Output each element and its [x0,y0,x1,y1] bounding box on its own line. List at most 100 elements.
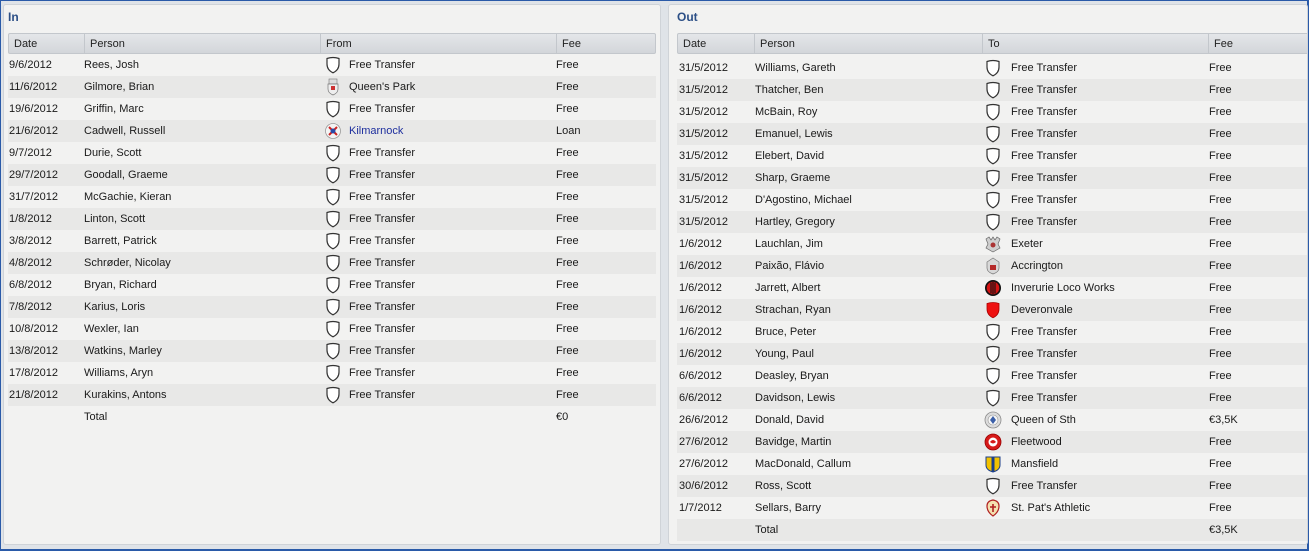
person-name[interactable]: Karius, Loris [84,296,145,318]
club-name[interactable]: Free Transfer [349,296,415,318]
club-name[interactable]: Free Transfer [1011,123,1077,145]
club-name[interactable]: Accrington [1011,255,1063,277]
table-row[interactable]: 17/8/2012 Williams, Aryn Free Transfer Free [8,362,656,384]
club-name[interactable]: Free Transfer [349,186,415,208]
table-row[interactable]: 1/6/2012 Bruce, Peter Free Transfer Free [677,321,1307,343]
table-row[interactable]: 19/6/2012 Griffin, Marc Free Transfer Free [8,98,656,120]
table-row[interactable]: 31/5/2012 D'Agostino, Michael Free Transfe… [677,189,1307,211]
person-name[interactable]: Wexler, Ian [84,318,139,340]
person-name[interactable]: Davidson, Lewis [755,387,835,409]
club-name[interactable]: Free Transfer [1011,343,1077,365]
club-name[interactable]: Free Transfer [349,208,415,230]
column-header-fee[interactable]: Fee [556,34,657,53]
club-name[interactable]: Free Transfer [1011,321,1077,343]
column-header-to[interactable]: To [982,34,1208,53]
club-name[interactable]: Deveronvale [1011,299,1073,321]
table-row[interactable]: 31/5/2012 Hartley, Gregory Free Transfer Fr… [677,211,1307,233]
table-row[interactable]: 6/8/2012 Bryan, Richard Free Transfer Free [8,274,656,296]
table-row[interactable]: 1/6/2012 Jarrett, Albert Inverurie Loco Wo… [677,277,1307,299]
club-name[interactable]: Free Transfer [1011,57,1077,79]
table-row[interactable]: 27/6/2012 MacDonald, Callum Mansfield Free [677,453,1307,475]
table-row[interactable]: 4/8/2012 Schrøder, Nicolay Free Transfer Fr… [8,252,656,274]
table-row[interactable]: 21/6/2012 Cadwell, Russell Kilmarnock Loan [8,120,656,142]
column-header-from[interactable]: From [320,34,556,53]
table-row[interactable]: 31/5/2012 Thatcher, Ben Free Transfer Free [677,79,1307,101]
person-name[interactable]: Young, Paul [755,343,814,365]
person-name[interactable]: Cadwell, Russell [84,120,165,142]
table-row[interactable]: 1/8/2012 Linton, Scott Free Transfer Free [8,208,656,230]
person-name[interactable]: Sharp, Graeme [755,167,830,189]
club-name[interactable]: Queen of Sth [1011,409,1076,431]
person-name[interactable]: D'Agostino, Michael [755,189,852,211]
person-name[interactable]: Deasley, Bryan [755,365,829,387]
club-name[interactable]: Free Transfer [349,318,415,340]
column-header-person[interactable]: Person [754,34,982,53]
person-name[interactable]: Williams, Gareth [755,57,836,79]
person-name[interactable]: MacDonald, Callum [755,453,851,475]
club-name[interactable]: Free Transfer [1011,475,1077,497]
person-name[interactable]: Bavidge, Martin [755,431,831,453]
club-name[interactable]: Free Transfer [349,252,415,274]
person-name[interactable]: Barrett, Patrick [84,230,157,252]
table-row[interactable]: 9/6/2012 Rees, Josh Free Transfer Free [8,54,656,76]
club-name[interactable]: Free Transfer [349,142,415,164]
person-name[interactable]: Linton, Scott [84,208,145,230]
table-row[interactable]: 1/6/2012 Paixão, Flávio Accrington Free [677,255,1307,277]
club-name[interactable]: Free Transfer [1011,387,1077,409]
table-row[interactable]: 31/7/2012 McGachie, Kieran Free Transfer Fr… [8,186,656,208]
person-name[interactable]: Kurakins, Antons [84,384,167,406]
club-name[interactable]: Free Transfer [1011,167,1077,189]
club-name[interactable]: Free Transfer [349,362,415,384]
person-name[interactable]: Gilmore, Brian [84,76,154,98]
club-name[interactable]: Free Transfer [1011,211,1077,233]
table-row[interactable]: 31/5/2012 Elebert, David Free Transfer Free [677,145,1307,167]
person-name[interactable]: Sellars, Barry [755,497,821,519]
table-row[interactable]: 30/6/2012 Ross, Scott Free Transfer Free [677,475,1307,497]
column-header-person[interactable]: Person [84,34,320,53]
club-name[interactable]: Free Transfer [349,340,415,362]
club-name[interactable]: St. Pat's Athletic [1011,497,1090,519]
person-name[interactable]: Jarrett, Albert [755,277,820,299]
person-name[interactable]: Bryan, Richard [84,274,157,296]
person-name[interactable]: Schrøder, Nicolay [84,252,171,274]
club-name[interactable]: Free Transfer [349,274,415,296]
table-row[interactable]: 27/6/2012 Bavidge, Martin Fleetwood Free [677,431,1307,453]
person-name[interactable]: Emanuel, Lewis [755,123,833,145]
column-header-date[interactable]: Date [9,34,84,53]
club-name[interactable]: Mansfield [1011,453,1058,475]
table-row[interactable]: 11/6/2012 Gilmore, Brian Queen's Park Free [8,76,656,98]
club-name[interactable]: Queen's Park [349,76,415,98]
person-name[interactable]: Williams, Aryn [84,362,153,384]
club-name[interactable]: Exeter [1011,233,1043,255]
person-name[interactable]: Donald, David [755,409,824,431]
table-row[interactable]: 3/8/2012 Barrett, Patrick Free Transfer Fre… [8,230,656,252]
table-row[interactable]: 1/7/2012 Sellars, Barry St. Pat's Athletic… [677,497,1307,519]
table-row[interactable]: 26/6/2012 Donald, David Queen of Sth €3,5K [677,409,1307,431]
table-row[interactable]: 21/8/2012 Kurakins, Antons Free Transfer Fr… [8,384,656,406]
person-name[interactable]: Griffin, Marc [84,98,144,120]
club-name[interactable]: Free Transfer [1011,365,1077,387]
table-row[interactable]: 31/5/2012 Emanuel, Lewis Free Transfer Free [677,123,1307,145]
club-name[interactable]: Free Transfer [349,98,415,120]
person-name[interactable]: Thatcher, Ben [755,79,824,101]
person-name[interactable]: Elebert, David [755,145,824,167]
person-name[interactable]: McGachie, Kieran [84,186,171,208]
table-row[interactable]: 29/7/2012 Goodall, Graeme Free Transfer Fre… [8,164,656,186]
person-name[interactable]: Watkins, Marley [84,340,162,362]
club-name[interactable]: Fleetwood [1011,431,1062,453]
table-row[interactable]: 9/7/2012 Durie, Scott Free Transfer Free [8,142,656,164]
club-name[interactable]: Free Transfer [349,164,415,186]
table-row[interactable]: 7/8/2012 Karius, Loris Free Transfer Free [8,296,656,318]
club-name[interactable]: Free Transfer [1011,189,1077,211]
person-name[interactable]: Paixão, Flávio [755,255,824,277]
person-name[interactable]: Rees, Josh [84,54,139,76]
table-row[interactable]: 31/5/2012 Williams, Gareth Free Transfer Fr… [677,57,1307,79]
table-row[interactable]: 31/5/2012 Sharp, Graeme Free Transfer Free [677,167,1307,189]
table-row[interactable]: 13/8/2012 Watkins, Marley Free Transfer Fre… [8,340,656,362]
person-name[interactable]: Hartley, Gregory [755,211,835,233]
person-name[interactable]: Ross, Scott [755,475,811,497]
club-name[interactable]: Free Transfer [349,384,415,406]
club-name[interactable]: Inverurie Loco Works [1011,277,1115,299]
table-row[interactable]: 1/6/2012 Young, Paul Free Transfer Free [677,343,1307,365]
club-name[interactable]: Kilmarnock [349,120,403,142]
